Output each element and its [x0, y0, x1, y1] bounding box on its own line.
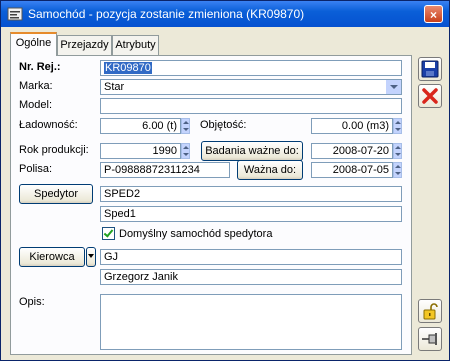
objetosc-spinner[interactable]	[393, 118, 402, 134]
domyslny-checkbox[interactable]	[102, 227, 115, 240]
lock-button[interactable]	[418, 299, 442, 323]
nr-rej-input[interactable]: KR09870	[100, 60, 402, 76]
opis-label: Opis:	[19, 296, 45, 308]
opis-textarea[interactable]	[100, 294, 402, 350]
kierowca-code-field[interactable]: GJ	[100, 249, 402, 265]
badania-button[interactable]: Badania ważne do:	[201, 141, 303, 161]
save-button[interactable]	[418, 57, 442, 81]
pin-button[interactable]	[418, 327, 442, 351]
tab-przejazdy[interactable]: Przejazdy	[57, 35, 112, 55]
tab-atrybuty[interactable]: Atrybuty	[112, 35, 159, 55]
objetosc-input[interactable]: 0.00 (m3)	[311, 118, 393, 134]
ladownosc-input[interactable]: 6.00 (t)	[100, 118, 181, 134]
polisa-input[interactable]: P-09888872311234	[100, 162, 230, 178]
objetosc-label: Objętość:	[200, 119, 247, 131]
kierowca-name-field: Grzegorz Janik	[100, 269, 402, 285]
car-icon	[7, 7, 23, 21]
pin-icon	[422, 333, 437, 345]
window: Samochód - pozycja zostanie zmieniona (K…	[0, 0, 450, 361]
close-button[interactable]: ×	[424, 5, 443, 23]
spedytor-button[interactable]: Spedytor	[19, 184, 93, 204]
kierowca-button[interactable]: Kierowca	[19, 247, 85, 267]
save-icon	[421, 60, 439, 78]
padlock-icon	[423, 303, 438, 320]
spedytor-code-field[interactable]: SPED2	[100, 186, 402, 202]
polisa-label: Polisa:	[19, 163, 53, 175]
nr-rej-label: Nr. Rej.:	[19, 61, 61, 73]
chevron-down-icon	[88, 254, 94, 258]
titlebar[interactable]: Samochód - pozycja zostanie zmieniona (K…	[1, 1, 449, 27]
model-label: Model:	[19, 99, 53, 111]
tab-ogolne[interactable]: Ogólne	[10, 32, 57, 56]
wazna-date-input[interactable]: 2008-07-05	[311, 162, 393, 178]
chevron-down-icon[interactable]	[386, 80, 401, 94]
rok-produkcji-input[interactable]: 1990	[100, 143, 181, 159]
badania-date-input[interactable]: 2008-07-20	[311, 143, 393, 159]
cancel-icon	[422, 88, 438, 104]
ladownosc-spinner[interactable]	[181, 118, 190, 134]
window-title: Samochód - pozycja zostanie zmieniona (K…	[28, 7, 305, 21]
wazna-date-spinner[interactable]	[393, 162, 402, 178]
rok-produkcji-spinner[interactable]	[181, 143, 190, 159]
marka-select[interactable]: Star	[100, 79, 402, 95]
model-input[interactable]	[100, 98, 402, 114]
kierowca-dropdown-button[interactable]	[86, 247, 96, 267]
rok-produkcji-label: Rok produkcji:	[19, 144, 89, 156]
domyslny-label[interactable]: Domyślny samochód spedytora	[119, 228, 272, 240]
spedytor-name-field: Sped1	[100, 206, 402, 222]
ladownosc-label: Ładowność:	[19, 119, 78, 131]
wazna-button[interactable]: Ważna do:	[237, 160, 303, 180]
marka-label: Marka:	[19, 80, 53, 92]
cancel-button[interactable]	[418, 84, 442, 108]
badania-date-spinner[interactable]	[393, 143, 402, 159]
